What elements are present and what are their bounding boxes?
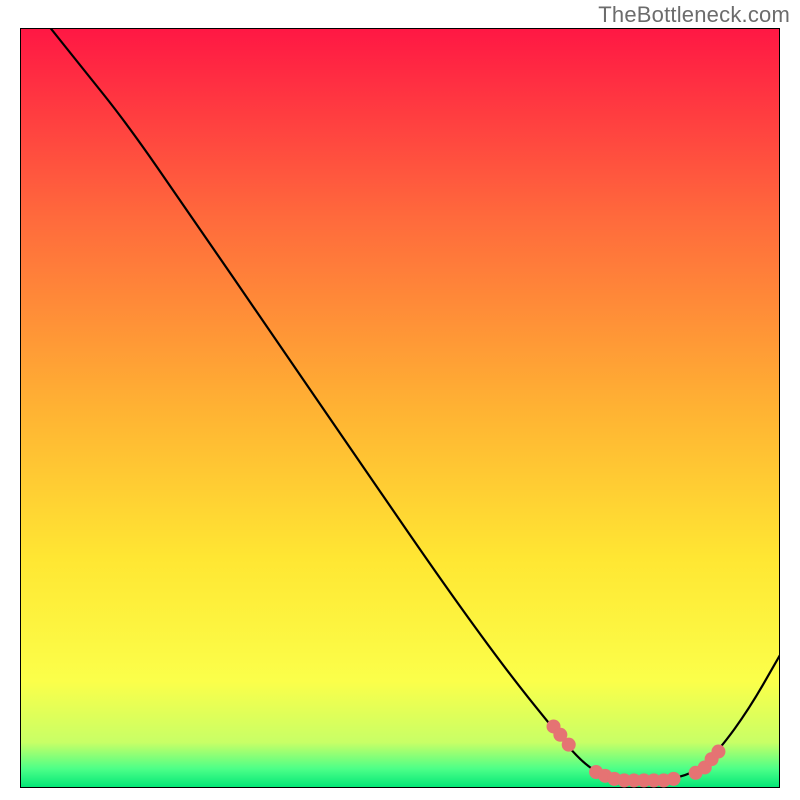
optimal-marker xyxy=(667,772,681,786)
bottleneck-chart xyxy=(20,28,780,788)
optimal-marker xyxy=(711,745,725,759)
optimal-marker xyxy=(562,738,576,752)
chart-container: TheBottleneck.com xyxy=(0,0,800,800)
watermark-text: TheBottleneck.com xyxy=(598,2,790,28)
plot-background xyxy=(20,28,780,788)
